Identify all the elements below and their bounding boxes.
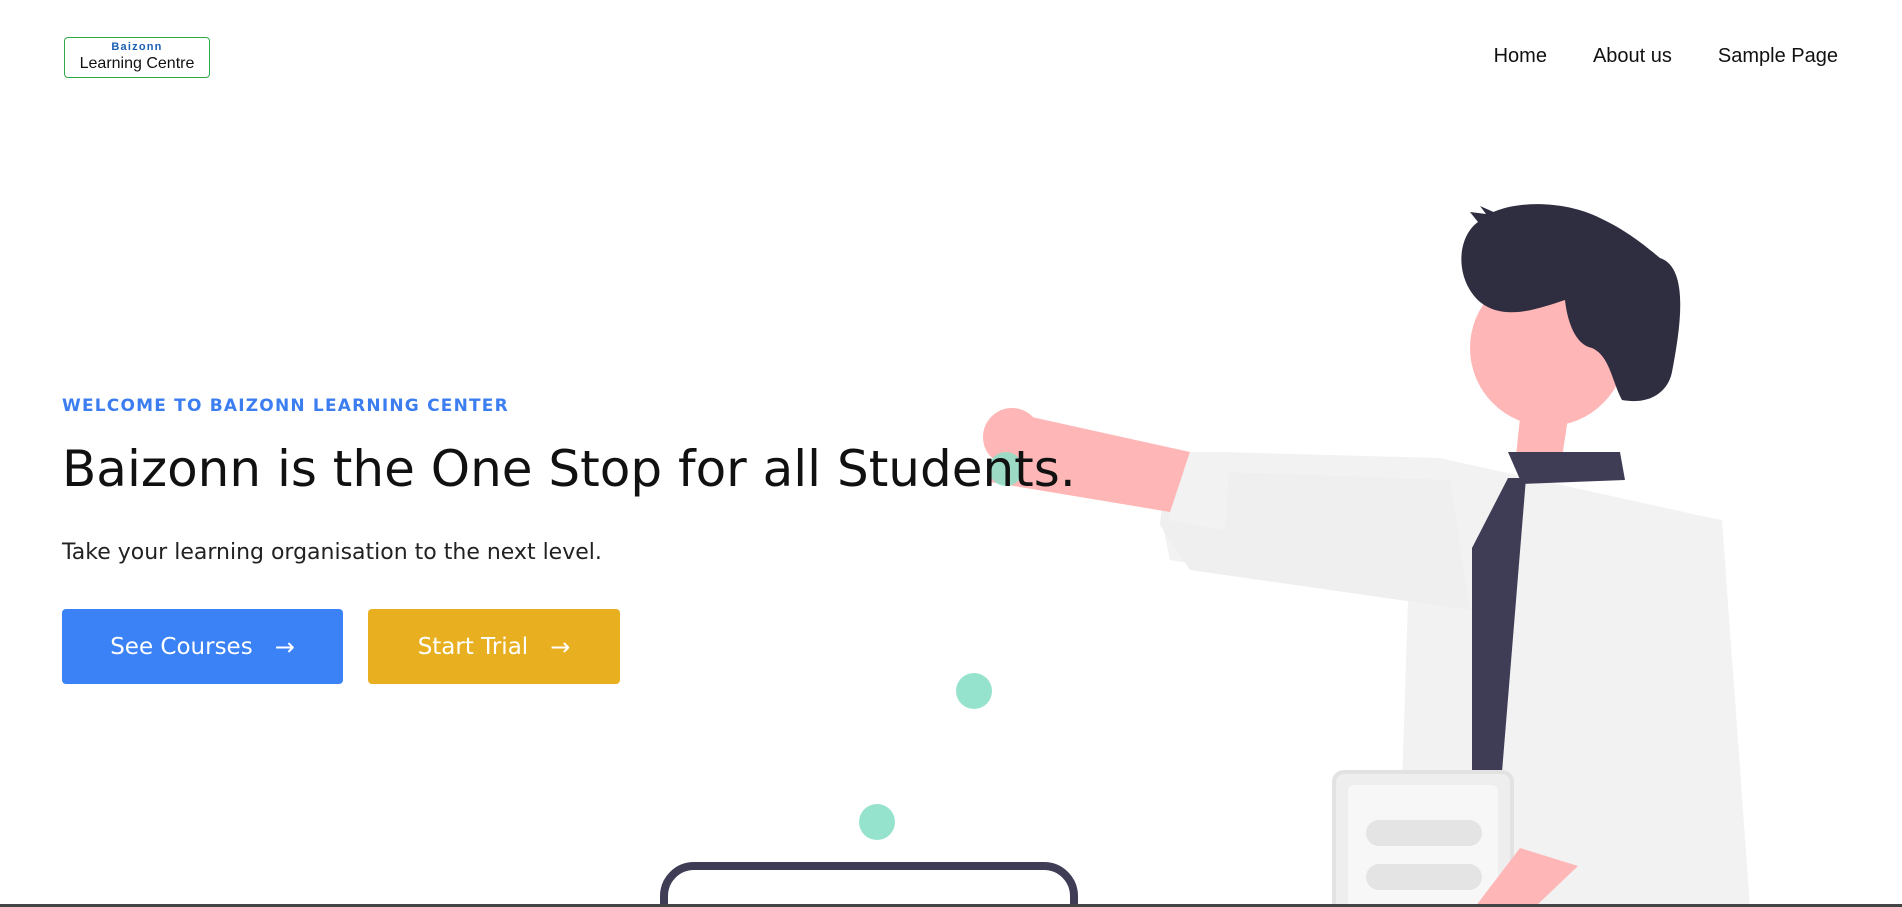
- neck: [1516, 418, 1568, 458]
- head: [1470, 270, 1626, 426]
- tie: [1472, 478, 1526, 772]
- hero-kicker: WELCOME TO BAIZONN LEARNING CENTER: [62, 396, 509, 416]
- sleeve: [1168, 452, 1230, 530]
- nav-about-us[interactable]: About us: [1593, 45, 1672, 68]
- hair: [1461, 204, 1681, 402]
- hair-tuft: [1470, 206, 1498, 222]
- arrow-right-icon: →: [550, 632, 571, 661]
- start-trial-button[interactable]: Start Trial →: [368, 609, 620, 684]
- see-courses-button[interactable]: See Courses →: [62, 609, 343, 684]
- dot-middle: [956, 673, 992, 709]
- shirt-torso: [1396, 472, 1750, 907]
- clipboard-line-2: [1366, 864, 1482, 890]
- hero-title: Baizonn is the One Stop for all Students…: [62, 440, 1076, 498]
- see-courses-label: See Courses: [110, 633, 253, 660]
- collar: [1508, 452, 1625, 484]
- arrow-right-icon: →: [274, 632, 295, 661]
- laptop-frame: [660, 862, 1078, 907]
- logo-brand-name: Baizonn: [111, 41, 163, 53]
- logo-tagline: Learning Centre: [79, 55, 195, 72]
- shoulder: [1160, 470, 1470, 610]
- shirt-back: [1162, 452, 1745, 907]
- dot-bottom: [859, 804, 895, 840]
- hand-bottom: [1475, 848, 1578, 907]
- clipboard: [1332, 770, 1514, 907]
- clipboard-paper: [1348, 785, 1498, 907]
- hero-subtitle: Take your learning organisation to the n…: [62, 540, 602, 565]
- nav-home[interactable]: Home: [1494, 45, 1547, 68]
- clipboard-line-1: [1366, 820, 1482, 846]
- nav-sample-page[interactable]: Sample Page: [1718, 45, 1838, 68]
- start-trial-label: Start Trial: [417, 633, 529, 660]
- main-nav: Home About us Sample Page: [1494, 45, 1838, 68]
- site-logo[interactable]: Baizonn Learning Centre: [64, 37, 210, 78]
